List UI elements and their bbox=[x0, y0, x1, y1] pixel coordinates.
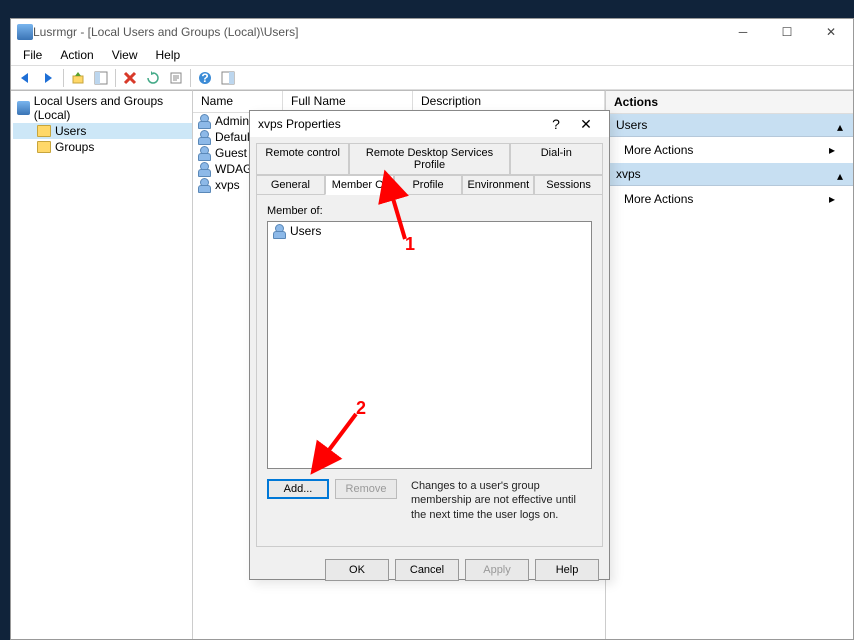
dialog-footer: OK Cancel Apply Help bbox=[250, 547, 609, 593]
apply-button: Apply bbox=[465, 559, 529, 581]
ok-button[interactable]: OK bbox=[325, 559, 389, 581]
tree-root[interactable]: Local Users and Groups (Local) bbox=[13, 93, 192, 123]
export-button[interactable] bbox=[165, 68, 187, 88]
user-icon bbox=[197, 162, 211, 176]
dialog-help-button[interactable]: Help bbox=[535, 559, 599, 581]
svg-text:?: ? bbox=[201, 71, 208, 85]
actions-pane: Actions Users ▴ More Actions ▸ xvps ▴ Mo… bbox=[605, 90, 853, 639]
tree-users[interactable]: Users bbox=[13, 123, 192, 139]
annotation-arrow-2: 2 bbox=[308, 402, 368, 485]
app-icon bbox=[17, 24, 33, 40]
col-fullname[interactable]: Full Name bbox=[283, 91, 413, 112]
menubar: File Action View Help bbox=[11, 45, 853, 65]
menu-view[interactable]: View bbox=[104, 46, 146, 64]
tree-pane: Local Users and Groups (Local) Users Gro… bbox=[11, 90, 193, 639]
forward-button[interactable] bbox=[38, 68, 60, 88]
chevron-right-icon: ▸ bbox=[829, 192, 835, 206]
dialog-titlebar: xvps Properties ? ✕ bbox=[250, 111, 609, 137]
properties-dialog: xvps Properties ? ✕ Remote control Remot… bbox=[249, 110, 610, 580]
refresh-button[interactable] bbox=[142, 68, 164, 88]
show-hide-button[interactable] bbox=[90, 68, 112, 88]
tree-root-icon bbox=[17, 101, 30, 115]
chevron-right-icon: ▸ bbox=[829, 143, 835, 157]
tab-dial-in[interactable]: Dial-in bbox=[510, 143, 603, 175]
up-button[interactable] bbox=[67, 68, 89, 88]
tab-remote-control[interactable]: Remote control bbox=[256, 143, 349, 175]
member-of-label: Member of: bbox=[267, 205, 592, 217]
dialog-help-button[interactable]: ? bbox=[541, 116, 571, 132]
actions-more-xvps[interactable]: More Actions ▸ bbox=[606, 186, 853, 212]
tabstrip: Remote control Remote Desktop Services P… bbox=[256, 143, 603, 195]
folder-icon bbox=[37, 141, 51, 153]
user-icon bbox=[197, 178, 211, 192]
cancel-button[interactable]: Cancel bbox=[395, 559, 459, 581]
user-icon bbox=[197, 146, 211, 160]
user-icon bbox=[197, 130, 211, 144]
group-icon bbox=[272, 224, 286, 238]
annotation-arrow-1: 1 bbox=[377, 179, 417, 262]
menu-file[interactable]: File bbox=[15, 46, 50, 64]
tab-body: Member of: Users Add... Remove Changes t… bbox=[256, 195, 603, 547]
actions-group-users[interactable]: Users ▴ bbox=[606, 114, 853, 137]
menu-action[interactable]: Action bbox=[52, 46, 101, 64]
membership-note: Changes to a user's group membership are… bbox=[403, 479, 592, 522]
actionpane-button[interactable] bbox=[217, 68, 239, 88]
tab-rds-profile[interactable]: Remote Desktop Services Profile bbox=[349, 143, 509, 175]
minimize-button[interactable]: ─ bbox=[721, 19, 765, 45]
list-item[interactable]: Users bbox=[268, 222, 591, 240]
titlebar: Lusrmgr - [Local Users and Groups (Local… bbox=[11, 19, 853, 45]
dialog-close-button[interactable]: ✕ bbox=[571, 116, 601, 133]
toolbar: ? bbox=[11, 65, 853, 90]
col-name[interactable]: Name bbox=[193, 91, 283, 112]
menu-help[interactable]: Help bbox=[148, 46, 189, 64]
collapse-icon: ▴ bbox=[837, 169, 843, 183]
delete-button[interactable] bbox=[119, 68, 141, 88]
close-button[interactable]: ✕ bbox=[809, 19, 853, 45]
tree-groups[interactable]: Groups bbox=[13, 139, 192, 155]
actions-more-users[interactable]: More Actions ▸ bbox=[606, 137, 853, 163]
tab-sessions[interactable]: Sessions bbox=[534, 175, 603, 195]
user-icon bbox=[197, 114, 211, 128]
help-button[interactable]: ? bbox=[194, 68, 216, 88]
collapse-icon: ▴ bbox=[837, 120, 843, 134]
folder-icon bbox=[37, 125, 51, 137]
actions-group-xvps[interactable]: xvps ▴ bbox=[606, 163, 853, 186]
maximize-button[interactable]: ☐ bbox=[765, 19, 809, 45]
col-description[interactable]: Description bbox=[413, 91, 605, 112]
window-title: Lusrmgr - [Local Users and Groups (Local… bbox=[33, 25, 721, 39]
tree-users-label: Users bbox=[55, 124, 86, 138]
dialog-title: xvps Properties bbox=[258, 117, 541, 131]
actions-title: Actions bbox=[606, 91, 853, 114]
tree-root-label: Local Users and Groups (Local) bbox=[34, 94, 188, 122]
back-button[interactable] bbox=[15, 68, 37, 88]
tab-general[interactable]: General bbox=[256, 175, 325, 195]
tab-environment[interactable]: Environment bbox=[462, 175, 534, 195]
tree-groups-label: Groups bbox=[55, 140, 94, 154]
